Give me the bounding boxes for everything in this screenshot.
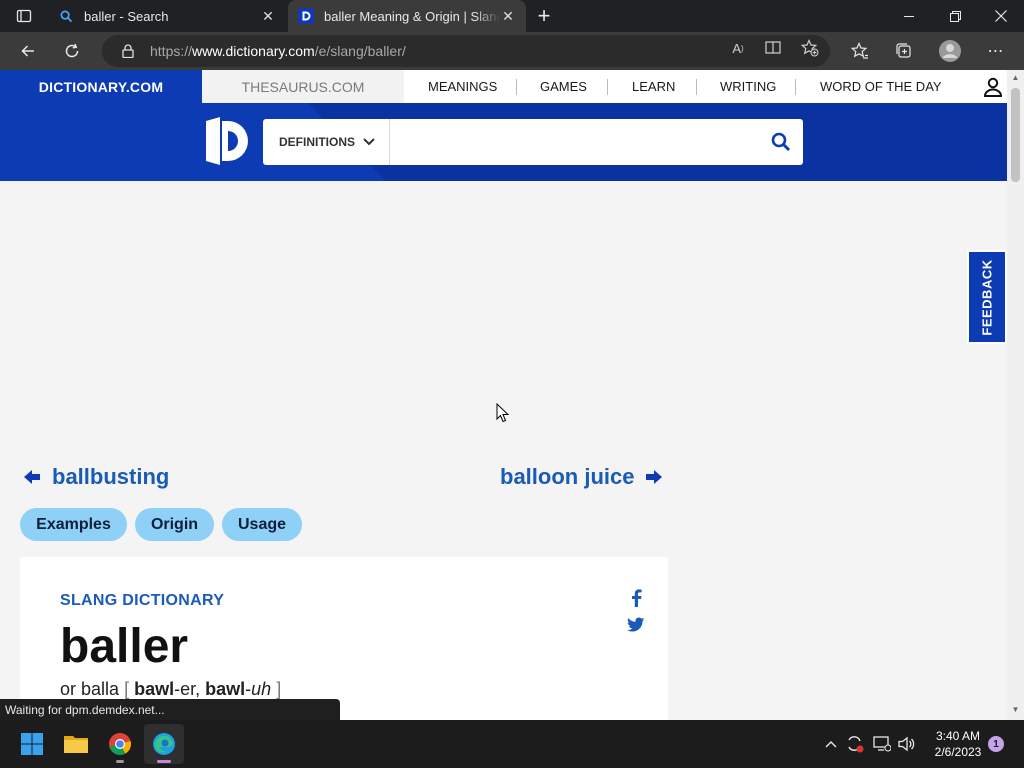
show-hidden-icons-chevron-up-icon[interactable] [820,732,842,756]
tab-actions-button[interactable] [8,0,40,32]
page-scrollbar[interactable]: ▲ ▼ [1007,70,1024,720]
url-text: https://www.dictionary.com/e/slang/balle… [150,43,406,59]
network-icon[interactable] [871,732,893,756]
lock-icon[interactable] [114,44,142,58]
web-page: DICTIONARY.COM THESAURUS.COM MEANINGS GA… [0,70,1007,720]
profile-icon [939,40,961,62]
immersive-reader-icon[interactable] [762,38,786,58]
next-word-link[interactable]: balloon juice [500,464,663,490]
usage-button[interactable]: Usage [222,508,302,541]
edge-icon [153,733,175,755]
entry-card: SLANG DICTIONARY baller or balla [ bawl-… [20,557,668,720]
tab-title: baller Meaning & Origin | Slang by Dicti… [324,8,500,24]
dictionary-logo-icon[interactable] [204,117,248,165]
back-button[interactable] [12,35,44,67]
arrow-right-icon [646,470,663,484]
origin-button[interactable]: Origin [135,508,214,541]
search-box: DEFINITIONS [263,119,803,165]
search-icon [58,8,74,24]
collections-icon[interactable] [888,35,920,67]
search-icon [771,132,791,152]
twitter-icon[interactable] [627,617,645,633]
nav-divider [607,79,608,95]
search-submit-button[interactable] [759,132,803,152]
close-tab-icon[interactable]: ✕ [260,8,276,25]
feedback-button[interactable]: FEEDBACK [967,250,1007,344]
windows-logo-icon [21,733,43,755]
arrow-left-icon [24,470,40,484]
browser-tab-bar: baller - Search ✕ baller Meaning & Origi… [0,0,1024,32]
examples-button[interactable]: Examples [20,508,127,541]
nav-learn[interactable]: LEARN [632,70,675,103]
pronunciation: or balla [ bawl-er, bawl-uh ] [60,679,282,699]
scroll-up-icon[interactable]: ▲ [1011,74,1020,82]
definitions-dropdown-label: DEFINITIONS [279,135,356,149]
clock-date: 2/6/2023 [934,745,982,759]
tab-search[interactable]: baller - Search ✕ [48,0,286,32]
system-clock[interactable]: 3:40 AM 2/6/2023 [924,728,992,760]
edge-button[interactable] [144,724,184,764]
profile-avatar[interactable] [934,35,966,67]
read-aloud-icon[interactable]: A) [726,38,750,58]
chrome-button[interactable] [100,724,140,764]
tab-dictionary[interactable]: baller Meaning & Origin | Slang by Dicti… [288,0,526,32]
dictionary-brand-link[interactable]: DICTIONARY.COM [0,70,202,103]
status-bar: Waiting for dpm.demdex.net... [0,699,340,720]
chevron-down-icon [363,138,375,146]
nav-writing[interactable]: WRITING [720,70,776,103]
more-options-icon[interactable]: ⋯ [980,35,1012,67]
app-running-indicator [116,760,124,763]
user-account-icon[interactable] [982,76,1004,98]
close-tab-icon[interactable]: ✕ [500,8,516,25]
folder-icon [64,736,88,753]
restore-icon[interactable] [932,0,978,32]
thesaurus-link[interactable]: THESAURUS.COM [202,70,404,103]
refresh-button[interactable] [56,35,88,67]
slang-dictionary-label: SLANG DICTIONARY [60,592,225,609]
close-window-icon[interactable] [978,0,1024,32]
nav-divider [516,79,517,95]
file-explorer-button[interactable] [56,724,96,764]
definitions-dropdown[interactable]: DEFINITIONS [263,119,391,165]
clock-time: 3:40 AM [935,729,981,743]
mouse-cursor-icon [496,403,509,423]
new-tab-button[interactable]: + [530,0,558,32]
dictionary-favicon-icon [298,8,314,24]
minimize-icon[interactable] [886,0,932,32]
nav-word-of-the-day[interactable]: WORD OF THE DAY [820,70,942,103]
refresh-icon [65,43,79,58]
nav-games[interactable]: GAMES [540,70,587,103]
nav-divider [795,79,796,95]
start-button[interactable] [12,724,52,764]
chrome-icon [109,733,131,755]
search-input[interactable] [390,120,759,164]
url-bar[interactable]: https://www.dictionary.com/e/slang/balle… [102,35,830,67]
scroll-thumb[interactable] [1011,88,1020,182]
tab-title: baller - Search [84,8,169,24]
sync-alert-icon[interactable] [844,732,866,756]
headword: baller [60,620,189,673]
volume-icon[interactable] [896,732,918,756]
previous-word-link[interactable]: ballbusting [24,464,169,490]
app-active-indicator [157,760,171,763]
scroll-down-icon[interactable]: ▼ [1011,706,1020,714]
notification-badge[interactable]: 1 [988,736,1004,752]
nav-divider [696,79,697,95]
search-hero: DEFINITIONS [0,103,1007,181]
tab-actions-icon [16,9,32,23]
facebook-icon[interactable] [629,589,643,607]
site-navigation: DICTIONARY.COM THESAURUS.COM MEANINGS GA… [0,70,1007,103]
address-toolbar: https://www.dictionary.com/e/slang/balle… [0,32,1024,70]
add-favorite-icon[interactable] [798,38,822,58]
nav-meanings[interactable]: MEANINGS [428,70,497,103]
back-arrow-icon [21,45,34,57]
windows-taskbar: 3:40 AM 2/6/2023 1 [0,720,1024,768]
favorites-icon[interactable] [844,35,876,67]
